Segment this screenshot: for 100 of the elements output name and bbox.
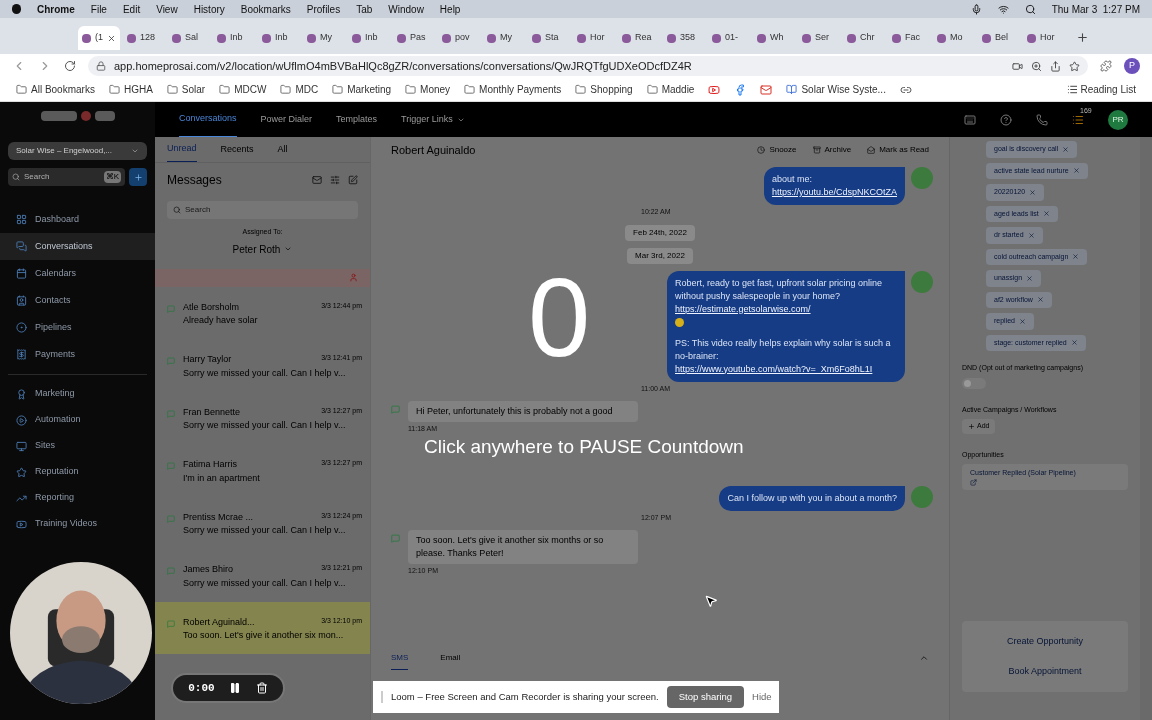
- bookmark-folder[interactable]: Money: [420, 82, 451, 97]
- browser-tab[interactable]: Ser: [798, 26, 840, 50]
- search-field[interactable]: Search: [167, 201, 358, 219]
- bookmark-folder[interactable]: Marketing: [347, 82, 392, 97]
- dnd-toggle[interactable]: [962, 377, 986, 389]
- notifications-icon[interactable]: [1072, 113, 1084, 126]
- chat-action[interactable]: Archive: [824, 144, 852, 156]
- extensions-icon[interactable]: [1100, 60, 1112, 72]
- nav-item[interactable]: Contacts: [8, 287, 147, 314]
- phone-icon[interactable]: [1036, 113, 1048, 126]
- bookmark-star-icon[interactable]: [1069, 60, 1080, 72]
- message-link[interactable]: https://estimate.getsolarwise.com/: [675, 302, 897, 316]
- menu-item[interactable]: Bookmarks: [240, 1, 291, 17]
- filter-icon[interactable]: [330, 175, 340, 185]
- plus-icon[interactable]: [133, 172, 143, 182]
- action-button[interactable]: Create Opportunity: [962, 629, 1128, 655]
- nav-item[interactable]: Pipelines: [8, 314, 147, 341]
- browser-tab[interactable]: Pas: [393, 26, 435, 50]
- remove-icon[interactable]: [1072, 253, 1080, 261]
- bookmark-folder[interactable]: MDC: [295, 82, 319, 97]
- countdown-hint[interactable]: Click anywhere to PAUSE Countdown: [424, 436, 744, 458]
- filter-tab[interactable]: Recents: [220, 137, 254, 162]
- remove-icon[interactable]: [1042, 210, 1050, 218]
- chat-action[interactable]: Mark as Read: [879, 144, 929, 156]
- mail-bookmark-icon[interactable]: [760, 83, 773, 96]
- menu-item[interactable]: Help: [439, 1, 461, 17]
- menu-item[interactable]: Edit: [122, 1, 141, 17]
- nav-item[interactable]: Reputation: [8, 459, 147, 485]
- nav-item[interactable]: Reporting: [8, 485, 147, 511]
- menu-item[interactable]: Profiles: [306, 1, 341, 17]
- nav-item[interactable]: Training Videos: [8, 511, 147, 537]
- remove-icon[interactable]: [1062, 145, 1070, 153]
- search-icon[interactable]: [1024, 3, 1036, 15]
- browser-tab[interactable]: 358: [663, 26, 705, 50]
- remove-icon[interactable]: [1070, 339, 1078, 347]
- browser-tab[interactable]: Sta: [528, 26, 570, 50]
- bookmark-folder[interactable]: Solar: [181, 82, 206, 97]
- close-icon[interactable]: [107, 33, 116, 43]
- share-icon[interactable]: [1050, 60, 1061, 72]
- wifi-icon[interactable]: [997, 3, 1009, 15]
- composer-tab[interactable]: Email: [440, 646, 461, 670]
- menu-app-name[interactable]: Chrome: [37, 1, 75, 17]
- remove-icon[interactable]: [1026, 274, 1034, 282]
- bookmark-folder[interactable]: MDCW: [234, 82, 267, 97]
- mail-icon[interactable]: [312, 175, 322, 185]
- message-link[interactable]: https://www.youtube.com/watch?v=_Xm6Fo8hL1I: [675, 362, 897, 376]
- bookmark-folder[interactable]: Maddie: [661, 82, 695, 97]
- menu-item[interactable]: File: [90, 1, 107, 17]
- browser-tab[interactable]: Inb: [258, 26, 300, 50]
- external-link-icon[interactable]: [970, 478, 977, 486]
- remove-icon[interactable]: [1072, 167, 1080, 175]
- bookmark-folder[interactable]: Shopping: [590, 82, 633, 97]
- browser-tab[interactable]: 01-: [708, 26, 750, 50]
- camera-icon[interactable]: [1012, 60, 1023, 72]
- search-field[interactable]: Search ⌘K: [8, 168, 125, 186]
- browser-tab[interactable]: Chr: [843, 26, 885, 50]
- browser-tab[interactable]: My: [303, 26, 345, 50]
- browser-tab[interactable]: Hor: [573, 26, 615, 50]
- scrollbar[interactable]: [1140, 137, 1152, 720]
- browser-tab[interactable]: pov: [438, 26, 480, 50]
- browser-tab[interactable]: Fac: [888, 26, 930, 50]
- expand-icon[interactable]: [919, 653, 929, 663]
- bookmark-folder[interactable]: HGHA: [123, 82, 153, 97]
- remove-icon[interactable]: [1027, 231, 1035, 239]
- pause-icon[interactable]: [229, 682, 242, 694]
- browser-tab[interactable]: Rea: [618, 26, 660, 50]
- menu-item[interactable]: Tab: [356, 1, 373, 17]
- top-nav-tab[interactable]: Templates: [336, 102, 378, 137]
- keyboard-icon[interactable]: [964, 113, 976, 126]
- menu-item[interactable]: View: [156, 1, 178, 17]
- reload-icon[interactable]: [64, 60, 76, 72]
- browser-tab[interactable]: Hor: [1023, 26, 1065, 50]
- compose-icon[interactable]: [348, 175, 358, 185]
- message-link[interactable]: https://youtu.be/CdspNKCOtZA: [771, 186, 897, 199]
- menu-clock[interactable]: Thu Mar 3 1:27 PM: [1051, 1, 1140, 17]
- microphone-icon[interactable]: [970, 3, 982, 15]
- browser-tab[interactable]: Mo: [933, 26, 975, 50]
- remove-icon[interactable]: [1019, 317, 1026, 325]
- browser-tab[interactable]: (1: [78, 26, 120, 50]
- bookmark-folder[interactable]: All Bookmarks: [31, 82, 95, 97]
- stop-sharing-button[interactable]: Stop sharing: [666, 685, 745, 709]
- top-nav-tab[interactable]: Power Dialer: [260, 102, 313, 137]
- video-bookmark-icon[interactable]: [708, 83, 721, 96]
- browser-tab[interactable]: Wh: [753, 26, 795, 50]
- profile-avatar[interactable]: P: [1124, 58, 1140, 74]
- bookmark-link[interactable]: Solar Wise Syste...: [801, 82, 886, 97]
- browser-tab[interactable]: Inb: [213, 26, 255, 50]
- user-avatar[interactable]: PR: [1108, 109, 1128, 130]
- action-button[interactable]: Book Appointment: [962, 658, 1128, 684]
- help-icon[interactable]: [1000, 113, 1012, 126]
- browser-tab[interactable]: Inb: [348, 26, 390, 50]
- nav-item[interactable]: Marketing: [8, 381, 147, 407]
- browser-tab[interactable]: Sal: [168, 26, 210, 50]
- new-tab-icon[interactable]: [1076, 31, 1089, 44]
- top-nav-tab[interactable]: Trigger Links: [401, 102, 465, 137]
- bookmark-folder[interactable]: Monthly Payments: [479, 82, 562, 97]
- nav-item[interactable]: Automation: [8, 407, 147, 433]
- menu-item[interactable]: History: [193, 1, 225, 17]
- chat-action[interactable]: Snooze: [769, 144, 797, 156]
- nav-item[interactable]: Sites: [8, 433, 147, 459]
